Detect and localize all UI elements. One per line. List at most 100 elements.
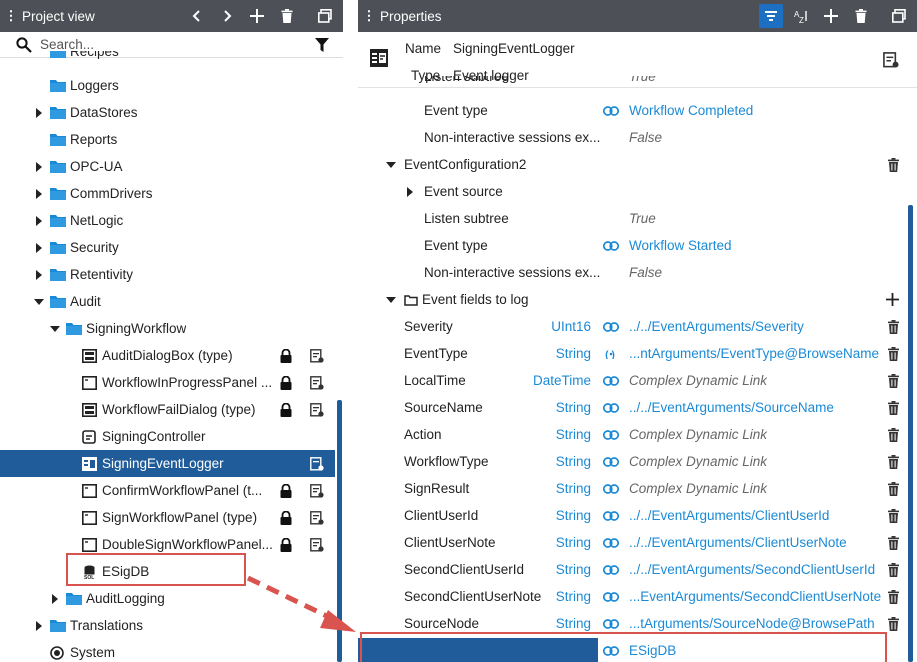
name-value[interactable]: SigningEventLogger: [453, 41, 575, 56]
expand-arrow-icon[interactable]: [32, 215, 46, 226]
copy-window-icon[interactable]: [887, 4, 911, 28]
add-icon[interactable]: [886, 293, 899, 306]
expand-arrow-icon[interactable]: [48, 593, 62, 604]
property-row[interactable]: Action String Complex Dynamic Link: [358, 421, 917, 448]
property-datatype[interactable]: UInt16: [551, 319, 591, 334]
property-row[interactable]: WorkflowType String Complex Dynamic Link: [358, 448, 917, 475]
collapse-arrow-icon[interactable]: [386, 296, 396, 304]
dynamic-link-icon[interactable]: [603, 457, 619, 467]
property-group[interactable]: Event fields to log: [358, 286, 917, 313]
property-value[interactable]: Workflow Completed: [629, 103, 753, 118]
tree-item[interactable]: Loggers: [0, 72, 335, 99]
dynamic-link-icon[interactable]: [603, 511, 619, 521]
dynamic-link-icon[interactable]: [603, 484, 619, 494]
sort-az-icon[interactable]: AZ: [789, 4, 813, 28]
property-row[interactable]: EventType String () ...ntArguments/EventTyp…: [358, 340, 917, 367]
tree-item[interactable]: SignWorkflowPanel (type): [0, 504, 335, 531]
dynamic-link-icon[interactable]: [603, 403, 619, 413]
delete-icon[interactable]: [888, 320, 899, 334]
property-row[interactable]: ClientUserId String ../../EventArguments/C…: [358, 502, 917, 529]
property-value[interactable]: Complex Dynamic Link: [629, 427, 767, 442]
delete-icon[interactable]: [888, 374, 899, 388]
dynamic-link-icon[interactable]: [603, 241, 619, 251]
panel-divider[interactable]: [343, 0, 358, 662]
copy-window-icon[interactable]: [313, 4, 337, 28]
property-value[interactable]: ...tArguments/SourceNode@BrowsePath: [629, 616, 875, 631]
property-datatype[interactable]: String: [556, 427, 591, 442]
tree-item[interactable]: ConfirmWorkflowPanel (t...: [0, 477, 335, 504]
delete-icon[interactable]: [888, 455, 899, 469]
property-datatype[interactable]: String: [556, 616, 591, 631]
property-row[interactable]: Severity UInt16 ../../EventArguments/Sever…: [358, 313, 917, 340]
delete-icon[interactable]: [888, 536, 899, 550]
tree-item[interactable]: WorkflowFailDialog (type): [0, 396, 335, 423]
delete-icon[interactable]: [888, 590, 899, 604]
object-options-icon[interactable]: [310, 511, 324, 525]
property-value[interactable]: ../../EventArguments/SecondClientUserId: [629, 562, 875, 577]
property-value[interactable]: False: [629, 265, 662, 280]
tree-item[interactable]: SigningWorkflow: [0, 315, 335, 342]
property-value[interactable]: ../../EventArguments/ClientUserNote: [629, 535, 847, 550]
property-value[interactable]: ../../EventArguments/Severity: [629, 319, 804, 334]
property-datatype[interactable]: DateTime: [533, 373, 591, 388]
object-options-icon[interactable]: [310, 403, 324, 417]
property-datatype[interactable]: String: [556, 400, 591, 415]
property-group[interactable]: EventConfiguration2: [358, 151, 917, 178]
property-datatype[interactable]: String: [556, 562, 591, 577]
tree-item[interactable]: WorkflowInProgressPanel ...: [0, 369, 335, 396]
collapse-arrow-icon[interactable]: [32, 298, 46, 306]
filter-icon[interactable]: [315, 37, 331, 52]
expand-arrow-icon[interactable]: [32, 188, 46, 199]
property-value[interactable]: Complex Dynamic Link: [629, 373, 767, 388]
collapse-arrow-icon[interactable]: [386, 161, 396, 169]
dynamic-link-icon[interactable]: [603, 322, 619, 332]
property-datatype[interactable]: String: [556, 346, 591, 361]
drag-handle-icon[interactable]: ⋮: [358, 8, 380, 24]
filter-list-icon[interactable]: [759, 4, 783, 28]
dynamic-link-icon[interactable]: [603, 619, 619, 629]
property-value[interactable]: ...ntArguments/EventType@BrowseName: [629, 346, 879, 361]
object-options-icon[interactable]: [310, 538, 324, 552]
delete-icon[interactable]: [888, 509, 899, 523]
dynamic-link-icon[interactable]: [603, 592, 619, 602]
property-value[interactable]: ../../EventArguments/ClientUserId: [629, 508, 829, 523]
dynamic-link-icon[interactable]: [603, 430, 619, 440]
add-icon[interactable]: [819, 4, 843, 28]
delete-icon[interactable]: [888, 563, 899, 577]
object-options-icon[interactable]: [310, 484, 324, 498]
options-icon[interactable]: [883, 52, 899, 68]
property-datatype[interactable]: String: [556, 508, 591, 523]
delete-icon[interactable]: [888, 158, 899, 172]
property-value[interactable]: ../../EventArguments/SourceName: [629, 400, 834, 415]
property-row[interactable]: Listen subtree True: [358, 205, 917, 232]
delete-icon[interactable]: [888, 428, 899, 442]
property-row[interactable]: Non-interactive sessions ex... False: [358, 259, 917, 286]
delete-icon[interactable]: [888, 401, 899, 415]
property-value[interactable]: True: [629, 211, 656, 226]
dynamic-link-icon[interactable]: [603, 538, 619, 548]
property-row[interactable]: Event type Workflow Completed: [358, 97, 917, 124]
property-value[interactable]: Complex Dynamic Link: [629, 454, 767, 469]
object-options-icon[interactable]: [310, 456, 324, 471]
property-value[interactable]: ...EventArguments/SecondClientUserNote: [629, 589, 881, 604]
dynamic-link-icon[interactable]: [603, 106, 619, 116]
dynamic-link-icon[interactable]: [603, 565, 619, 575]
forward-arrow-icon[interactable]: [215, 4, 239, 28]
tree-item[interactable]: SigningController: [0, 423, 335, 450]
delete-icon[interactable]: [888, 617, 899, 631]
property-row[interactable]: Event type Workflow Started: [358, 232, 917, 259]
tree-item[interactable]: NetLogic: [0, 207, 335, 234]
collapse-arrow-icon[interactable]: [48, 325, 62, 333]
property-row[interactable]: Non-interactive sessions ex... False: [358, 124, 917, 151]
tree-item[interactable]: Retentivity: [0, 261, 335, 288]
expand-arrow-icon[interactable]: [32, 620, 46, 631]
delete-icon[interactable]: [849, 4, 873, 28]
tree-item[interactable]: SigningEventLogger: [0, 450, 335, 477]
property-row[interactable]: SignResult String Complex Dynamic Link: [358, 475, 917, 502]
property-datatype[interactable]: String: [556, 481, 591, 496]
expand-arrow-icon[interactable]: [32, 161, 46, 172]
property-row[interactable]: SecondClientUserId String ../../EventArgum…: [358, 556, 917, 583]
property-value[interactable]: Complex Dynamic Link: [629, 481, 767, 496]
property-datatype[interactable]: String: [556, 589, 591, 604]
property-datatype[interactable]: String: [556, 535, 591, 550]
